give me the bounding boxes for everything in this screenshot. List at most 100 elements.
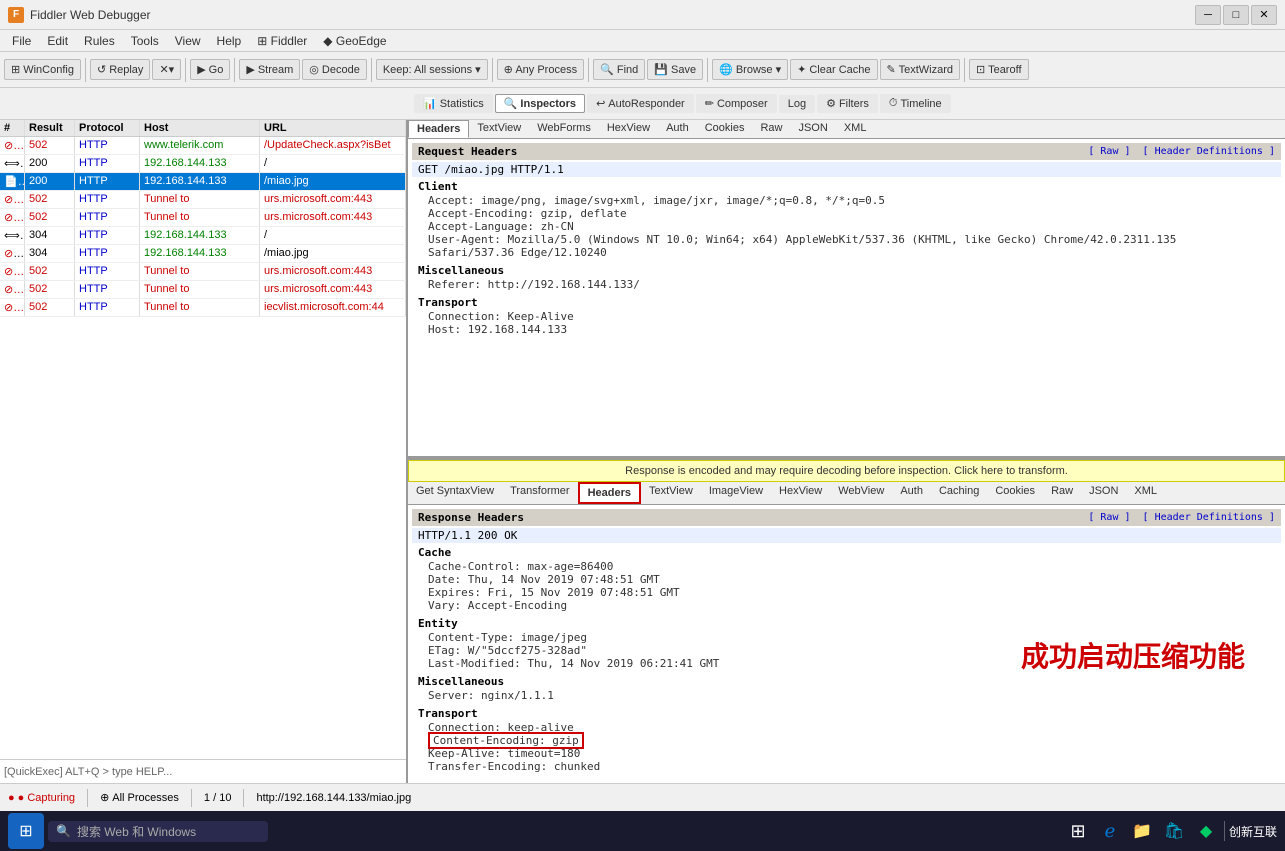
- menu-edit[interactable]: Edit: [39, 32, 76, 50]
- resp-header-def-link[interactable]: [ Header Definitions ]: [1143, 512, 1275, 523]
- winconfig-label: WinConfig: [23, 64, 74, 76]
- req-tab-hexview[interactable]: HexView: [599, 120, 658, 138]
- store-icon[interactable]: 🛍: [1160, 817, 1188, 845]
- go-button[interactable]: ▶ Go: [190, 59, 230, 80]
- find-button[interactable]: 🔍 Find: [593, 59, 645, 80]
- table-row[interactable]: ⊘ 1 502 HTTP www.telerik.com /UpdateChec…: [0, 137, 406, 155]
- keep-button[interactable]: Keep: All sessions ▾: [376, 59, 488, 80]
- tab-timeline[interactable]: ⏱ Timeline: [880, 94, 951, 113]
- maximize-button[interactable]: □: [1223, 5, 1249, 25]
- row-host: Tunnel to: [140, 263, 260, 280]
- resp-tab-hexview[interactable]: HexView: [771, 482, 830, 504]
- save-button[interactable]: 💾 Save: [647, 59, 703, 80]
- misc-group-title: Miscellaneous: [412, 263, 1281, 278]
- resp-tab-imageview[interactable]: ImageView: [701, 482, 771, 504]
- minimize-button[interactable]: ─: [1195, 5, 1221, 25]
- row-protocol: HTTP: [75, 137, 140, 154]
- tearoff-button[interactable]: ⊡ Tearoff: [969, 59, 1029, 80]
- resp-tab-transformer[interactable]: Transformer: [502, 482, 578, 504]
- req-tab-webforms[interactable]: WebForms: [529, 120, 599, 138]
- menu-geoedge[interactable]: ◆ GeoEdge: [315, 32, 394, 50]
- toolbar-sep-8: [964, 58, 965, 82]
- header-def-link[interactable]: [ Header Definitions ]: [1143, 146, 1275, 157]
- tab-autoresponder[interactable]: ↩ AutoResponder: [587, 94, 694, 113]
- table-row[interactable]: ⊘ 7 304 HTTP 192.168.144.133 /miao.jpg: [0, 245, 406, 263]
- menu-rules[interactable]: Rules: [76, 32, 123, 50]
- row-icon: ⊘ 10: [0, 299, 25, 316]
- menu-tools[interactable]: Tools: [123, 32, 167, 50]
- row-icon: 📄 3: [0, 173, 25, 190]
- row-url: /: [260, 227, 406, 244]
- tab-log[interactable]: Log: [779, 95, 815, 113]
- tab-statistics[interactable]: 📊 Statistics: [414, 94, 493, 113]
- all-processes-status: ⊕ All Processes: [100, 791, 179, 804]
- req-tab-auth[interactable]: Auth: [658, 120, 697, 138]
- decode-button[interactable]: ◎ Decode: [302, 59, 367, 80]
- table-row[interactable]: ⊘ 9 502 HTTP Tunnel to urs.microsoft.com…: [0, 281, 406, 299]
- toolbar-sep-4: [371, 58, 372, 82]
- table-row[interactable]: ⊘ 8 502 HTTP Tunnel to urs.microsoft.com…: [0, 263, 406, 281]
- textwizard-button[interactable]: ✎ TextWizard: [880, 59, 960, 80]
- menu-help[interactable]: Help: [209, 32, 250, 50]
- tab-inspectors[interactable]: 🔍 Inspectors: [495, 94, 585, 113]
- menu-fiddler[interactable]: ⊞ Fiddler: [249, 32, 315, 50]
- table-row[interactable]: ⊘ 4 502 HTTP Tunnel to urs.microsoft.com…: [0, 191, 406, 209]
- start-button[interactable]: ⊞: [8, 813, 44, 849]
- clear-cache-button[interactable]: ✦ Clear Cache: [790, 59, 877, 80]
- resp-tab-caching[interactable]: Caching: [931, 482, 987, 504]
- resp-tab-json[interactable]: JSON: [1081, 482, 1126, 504]
- table-row[interactable]: 📄 3 200 HTTP 192.168.144.133 /miao.jpg: [0, 173, 406, 191]
- menu-view[interactable]: View: [167, 32, 209, 50]
- windows-icon[interactable]: ⊞: [1064, 817, 1092, 845]
- quickexec-bar[interactable]: [QuickExec] ALT+Q > type HELP...: [0, 759, 406, 783]
- gem-icon[interactable]: ◆: [1192, 817, 1220, 845]
- tab-composer[interactable]: ✏ Composer: [696, 94, 777, 113]
- any-process-button[interactable]: ⊕ Any Process: [497, 59, 584, 80]
- row-url: /miao.jpg: [260, 173, 406, 190]
- table-row[interactable]: ⊘ 10 502 HTTP Tunnel to iecvlist.microso…: [0, 299, 406, 317]
- browse-button[interactable]: 🌐 Browse ▾: [712, 59, 788, 80]
- quickexec-text: [QuickExec] ALT+Q > type HELP...: [4, 766, 172, 778]
- table-row[interactable]: ⟺ 2 200 HTTP 192.168.144.133 /: [0, 155, 406, 173]
- resp-tab-headers[interactable]: Headers: [578, 482, 641, 504]
- req-tab-cookies[interactable]: Cookies: [697, 120, 753, 138]
- req-tab-json[interactable]: JSON: [790, 120, 835, 138]
- raw-link[interactable]: [ Raw ]: [1088, 146, 1130, 157]
- col-protocol: Protocol: [75, 120, 140, 136]
- table-row[interactable]: ⟺ 6 304 HTTP 192.168.144.133 /: [0, 227, 406, 245]
- replay-button[interactable]: ↺ Replay: [90, 59, 150, 80]
- autoresponder-icon: ↩: [596, 97, 605, 110]
- edge-icon[interactable]: ℯ: [1096, 817, 1124, 845]
- req-tab-xml[interactable]: XML: [836, 120, 875, 138]
- resp-tab-cookies[interactable]: Cookies: [987, 482, 1043, 504]
- composer-icon: ✏: [705, 97, 714, 110]
- toolbar: ⊞ WinConfig ↺ Replay ✕▾ ▶ Go ▶ Stream ◎ …: [0, 52, 1285, 88]
- resp-raw-link[interactable]: [ Raw ]: [1088, 512, 1130, 523]
- close-button[interactable]: ✕: [1251, 5, 1277, 25]
- req-tab-raw[interactable]: Raw: [752, 120, 790, 138]
- resp-tab-xml[interactable]: XML: [1126, 482, 1165, 504]
- explorer-icon[interactable]: 📁: [1128, 817, 1156, 845]
- resp-tab-getsyntaxview[interactable]: Get SyntaxView: [408, 482, 502, 504]
- tab-filters[interactable]: ⚙ Filters: [817, 94, 878, 113]
- resp-tab-textview[interactable]: TextView: [641, 482, 701, 504]
- row-url: /: [260, 155, 406, 172]
- go-label: Go: [209, 64, 224, 76]
- toolbar-sep-5: [492, 58, 493, 82]
- stream-button[interactable]: ▶ Stream: [239, 59, 300, 80]
- resp-tab-auth[interactable]: Auth: [892, 482, 931, 504]
- menu-file[interactable]: File: [4, 32, 39, 50]
- response-encoded-banner[interactable]: Response is encoded and may require deco…: [408, 460, 1285, 482]
- table-row[interactable]: ⊘ 5 502 HTTP Tunnel to urs.microsoft.com…: [0, 209, 406, 227]
- search-bar[interactable]: 🔍 搜索 Web 和 Windows: [48, 821, 268, 842]
- keep-label: Keep: All sessions ▾: [383, 63, 481, 76]
- req-tab-headers[interactable]: Headers: [408, 120, 469, 138]
- resp-tab-raw[interactable]: Raw: [1043, 482, 1081, 504]
- row-host: Tunnel to: [140, 281, 260, 298]
- response-tab-bar: Get SyntaxView Transformer Headers TextV…: [408, 482, 1285, 505]
- resp-transport-title: Transport: [412, 706, 1281, 721]
- x-button[interactable]: ✕▾: [152, 59, 181, 80]
- req-tab-textview[interactable]: TextView: [469, 120, 529, 138]
- winconfig-button[interactable]: ⊞ WinConfig: [4, 59, 81, 80]
- resp-tab-webview[interactable]: WebView: [830, 482, 892, 504]
